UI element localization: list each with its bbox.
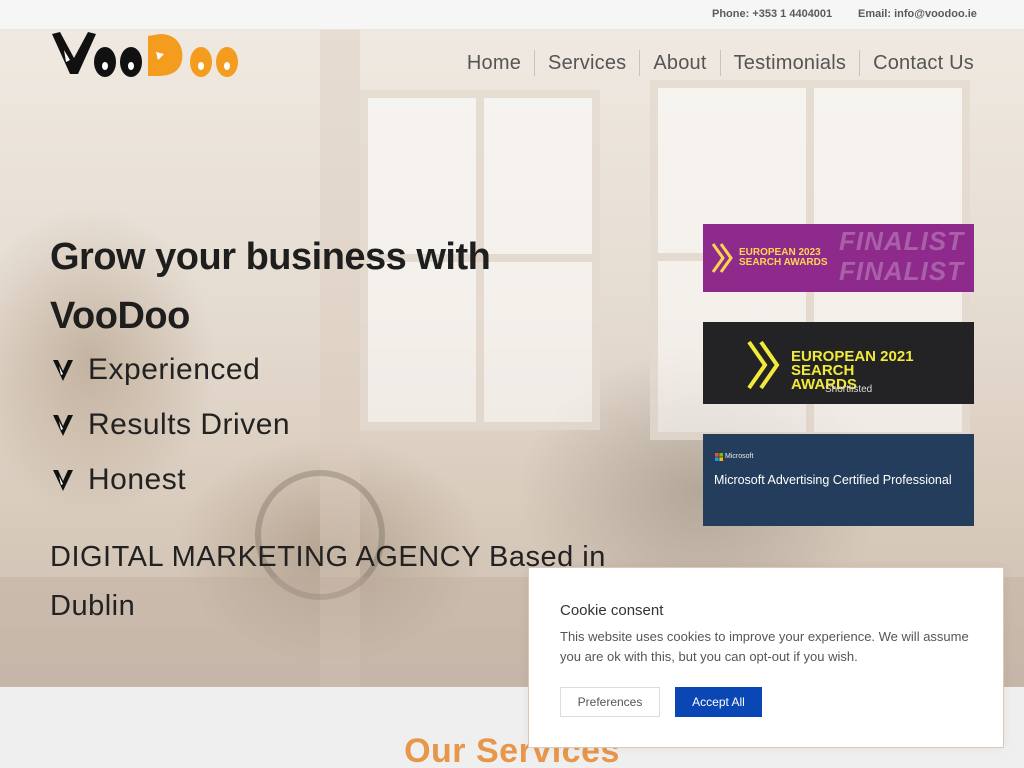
hero-headline: Grow your business with VooDoo — [50, 236, 491, 337]
microsoft-brand-label: Microsoft — [725, 453, 754, 460]
nav-testimonials[interactable]: Testimonials — [719, 50, 859, 76]
award-title: Microsoft Advertising Certified Professi… — [714, 473, 952, 487]
feature-label: Experienced — [88, 352, 261, 386]
nav-home[interactable]: Home — [454, 50, 534, 76]
nav-about[interactable]: About — [639, 50, 719, 76]
nav-contact-us[interactable]: Contact Us — [859, 50, 974, 76]
feature-item: Honest — [50, 452, 290, 507]
award-subtitle: Shortlisted — [825, 384, 873, 395]
email-address[interactable]: Email: info@voodoo.ie — [858, 8, 977, 20]
site-logo[interactable] — [50, 30, 242, 80]
chevron-right-icon — [747, 340, 780, 390]
chevron-down-icon — [53, 414, 73, 436]
award-title: EUROPEAN 2023 SEARCH AWARDS — [739, 247, 828, 268]
award-badge-2021: EUROPEAN 2021 SEARCH AWARDS Shortlisted — [703, 322, 974, 404]
feature-list: Experienced Results Driven Honest — [50, 342, 290, 507]
phone-number[interactable]: Phone: +353 1 4404001 — [712, 8, 832, 20]
cookie-accept-all-button[interactable]: Accept All — [675, 687, 762, 717]
chevron-down-icon — [53, 469, 73, 491]
cookie-title: Cookie consent — [560, 602, 664, 619]
award-finalist-label: FINALIST — [839, 226, 964, 256]
top-contact-bar: Phone: +353 1 4404001 Email: info@voodoo… — [0, 0, 1024, 30]
cookie-preferences-button[interactable]: Preferences — [560, 687, 660, 717]
feature-item: Results Driven — [50, 397, 290, 452]
nav-services[interactable]: Services — [534, 50, 639, 76]
cookie-consent-dialog: Cookie consent This website uses cookies… — [528, 567, 1004, 748]
chevron-down-icon — [53, 359, 73, 381]
chevron-right-icon — [711, 243, 733, 273]
award-finalist-label: FINALIST — [839, 256, 964, 286]
feature-label: Honest — [88, 462, 187, 496]
award-badge-2023: EUROPEAN 2023 SEARCH AWARDS FINALIST FIN… — [703, 224, 974, 292]
voodoo-logo-icon — [52, 32, 238, 77]
microsoft-logo-icon — [715, 453, 723, 461]
microsoft-certification-badge: Microsoft Microsoft Advertising Certifie… — [703, 434, 974, 526]
cookie-message: This website uses cookies to improve you… — [560, 629, 969, 664]
main-navigation: Home Services About Testimonials Contact… — [454, 50, 974, 76]
feature-item: Experienced — [50, 342, 290, 397]
feature-label: Results Driven — [88, 407, 291, 441]
